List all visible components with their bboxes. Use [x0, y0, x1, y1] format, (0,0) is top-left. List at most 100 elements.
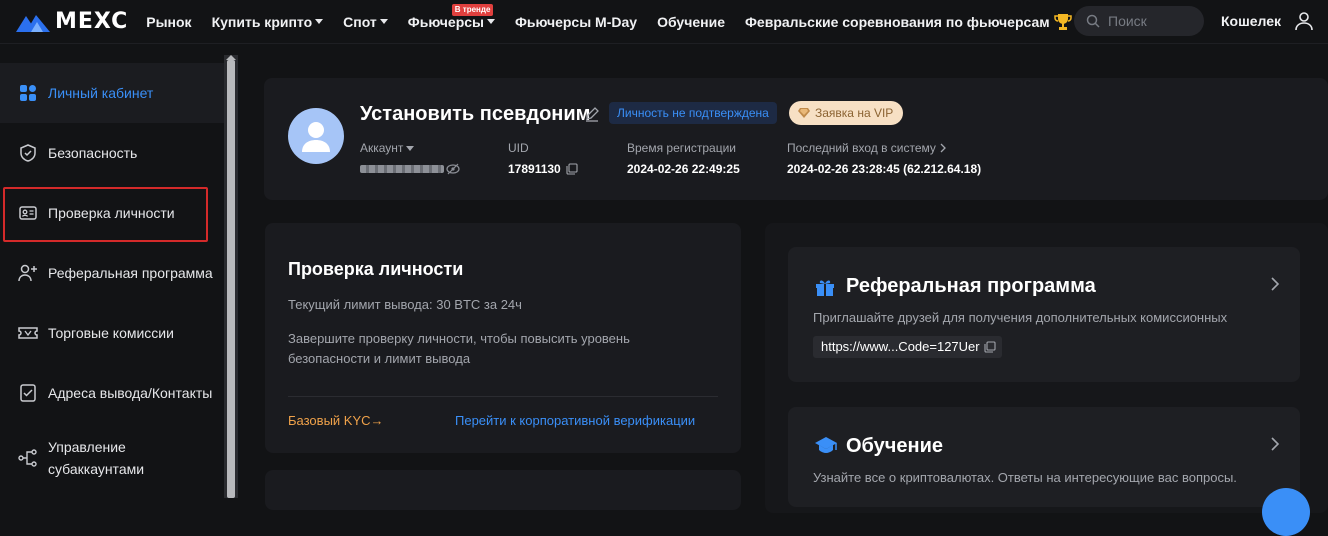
nav-spot-label: Спот [343, 13, 377, 30]
user-icon[interactable] [1294, 11, 1314, 31]
registration-info: Время регистрации 2024-02-26 22:49:25 [627, 140, 740, 177]
nav-competition[interactable]: Февральские соревнования по фьючерсам [745, 13, 1073, 31]
referral-link[interactable]: https://www...Code=127Uer [813, 336, 1002, 358]
graduation-cap-icon [815, 437, 837, 453]
next-card [265, 470, 741, 510]
copy-icon[interactable] [984, 341, 996, 353]
account-info: Аккаунт [360, 140, 460, 177]
kyc-description: Завершите проверку личности, чтобы повыс… [288, 331, 630, 366]
address-book-icon [18, 383, 38, 403]
masked-account [360, 165, 444, 173]
logo-text: MEXC [55, 9, 129, 34]
trophy-icon [1053, 13, 1072, 30]
education-title: Обучение [846, 435, 944, 457]
sidebar-item-label: Реферальная программа [48, 265, 213, 281]
vip-apply-label: Заявка на VIP [815, 106, 894, 120]
add-user-icon [18, 263, 38, 283]
divider [288, 396, 718, 397]
chevron-down-icon [406, 145, 415, 151]
sidebar-item-label: Адреса вывода/Контакты [48, 385, 213, 401]
sidebar-item-identity[interactable]: Проверка личности [0, 183, 224, 243]
edit-icon[interactable] [584, 106, 600, 122]
last-login-info: Последний вход в систему 2024-02-26 23:2… [787, 140, 981, 177]
sidebar-item-referral[interactable]: Реферальная программа [0, 243, 224, 303]
registration-value: 2024-02-26 22:49:25 [627, 162, 740, 176]
nav-buy-crypto[interactable]: Купить крипто [212, 14, 324, 30]
subaccount-icon [18, 448, 38, 468]
vip-apply-badge[interactable]: Заявка на VIP [789, 101, 904, 125]
search-icon [1086, 14, 1100, 28]
uid-value-row: 17891130 [508, 161, 578, 177]
mexc-logo-icon [16, 14, 50, 32]
sidebar-item-label: Проверка личности [48, 205, 175, 221]
trending-badge: В тренде [451, 3, 494, 16]
sidebar-item-label: Безопасность [48, 145, 138, 161]
sidebar-item-dashboard[interactable]: Личный кабинет [0, 63, 224, 123]
mexc-logo[interactable]: MEXC [16, 9, 128, 34]
search-input[interactable]: Поиск [1074, 6, 1204, 36]
copy-icon[interactable] [566, 163, 578, 175]
education-card[interactable]: Обучение Узнайте все о криптовалютах. От… [788, 407, 1300, 507]
nav-futures-label: Фьючерсы [407, 13, 484, 30]
referral-title: Реферальная программа [846, 275, 1096, 297]
referral-card[interactable]: Реферальная программа Приглашайте друзей… [788, 247, 1300, 382]
diamond-icon [798, 108, 810, 118]
uid-label: UID [508, 141, 529, 155]
sidebar: Личный кабинет Безопасность Проверка лич… [0, 63, 224, 503]
nav-market[interactable]: Рынок [146, 14, 191, 30]
referral-description: Приглашайте друзей для получения дополни… [813, 310, 1228, 325]
dashboard-icon [18, 83, 38, 103]
main-nav: Рынок Купить крипто Спот Фьючерсы В тренд… [146, 0, 1092, 44]
last-login-label: Последний вход в систему [787, 141, 936, 155]
sidebar-item-addresses[interactable]: Адреса вывода/Контакты [0, 363, 224, 423]
nav-futures-mday[interactable]: Фьючерсы M-Day [515, 14, 637, 30]
sidebar-scrollbar-thumb[interactable] [227, 60, 235, 498]
wallet-link[interactable]: Кошелек [1221, 13, 1281, 29]
sidebar-item-label: Личный кабинет [48, 85, 154, 101]
nav-futures[interactable]: Фьючерсы В тренде [407, 3, 495, 30]
chevron-down-icon [486, 19, 495, 24]
search-placeholder: Поиск [1108, 13, 1147, 29]
chevron-down-icon [315, 19, 324, 24]
account-label-row[interactable]: Аккаунт [360, 140, 460, 156]
nav-learn-label: Обучение [657, 13, 725, 30]
avatar[interactable] [288, 108, 344, 164]
kyc-title: Проверка личности [288, 259, 464, 279]
chevron-right-icon[interactable] [1270, 277, 1280, 291]
gift-icon [816, 280, 834, 296]
withdrawal-limit: Текущий лимит вывода: 30 BTC за 24ч [288, 297, 522, 312]
nav-market-label: Рынок [146, 13, 192, 30]
uid-info: UID 17891130 [508, 140, 578, 177]
identity-verification-card: Проверка личности Текущий лимит вывода: … [265, 223, 741, 453]
sidebar-item-label: Управление субаккаунтами [48, 439, 145, 477]
corporate-verification-link[interactable]: Перейти к корпоративной верификации [455, 413, 695, 428]
education-description: Узнайте все о криптовалютах. Ответы на и… [813, 470, 1237, 485]
basic-kyc-link[interactable]: Базовый KYC→ [288, 413, 384, 428]
chevron-right-icon[interactable] [1270, 437, 1280, 451]
nav-learn[interactable]: Обучение [657, 14, 725, 30]
last-login-value: 2024-02-26 23:28:45 (62.212.64.18) [787, 162, 982, 176]
sidebar-item-subaccounts[interactable]: Управление субаккаунтами [0, 423, 224, 493]
support-chat-button[interactable] [1262, 488, 1310, 536]
nickname[interactable]: Установить псевдоним [360, 103, 590, 126]
nav-buy-crypto-label: Купить крипто [211, 13, 313, 30]
last-login-label-row[interactable]: Последний вход в систему [787, 140, 981, 156]
referral-link-text: https://www...Code=127Uer [821, 339, 980, 354]
nav-spot[interactable]: Спот [343, 14, 388, 30]
id-card-icon [18, 203, 38, 223]
sidebar-item-fees[interactable]: Торговые комиссии [0, 303, 224, 363]
ticket-icon [18, 323, 38, 343]
sidebar-item-label: Торговые комиссии [48, 325, 174, 341]
registration-label: Время регистрации [627, 141, 736, 155]
sidebar-item-security[interactable]: Безопасность [0, 123, 224, 183]
shield-icon [18, 143, 38, 163]
avatar-user-icon [302, 122, 330, 152]
top-header: MEXC Рынок Купить крипто Спот Фьючерсы В … [0, 0, 1328, 44]
profile-card: Установить псевдоним Личность не подтвер… [264, 78, 1328, 200]
uid-value: 17891130 [508, 162, 561, 176]
eye-off-icon[interactable] [446, 163, 460, 175]
nav-competition-label: Февральские соревнования по фьючерсам [744, 13, 1050, 30]
nav-futures-mday-label: Фьючерсы M-Day [514, 13, 638, 30]
chevron-right-icon [940, 143, 946, 153]
verification-status-badge[interactable]: Личность не подтверждена [609, 102, 777, 124]
